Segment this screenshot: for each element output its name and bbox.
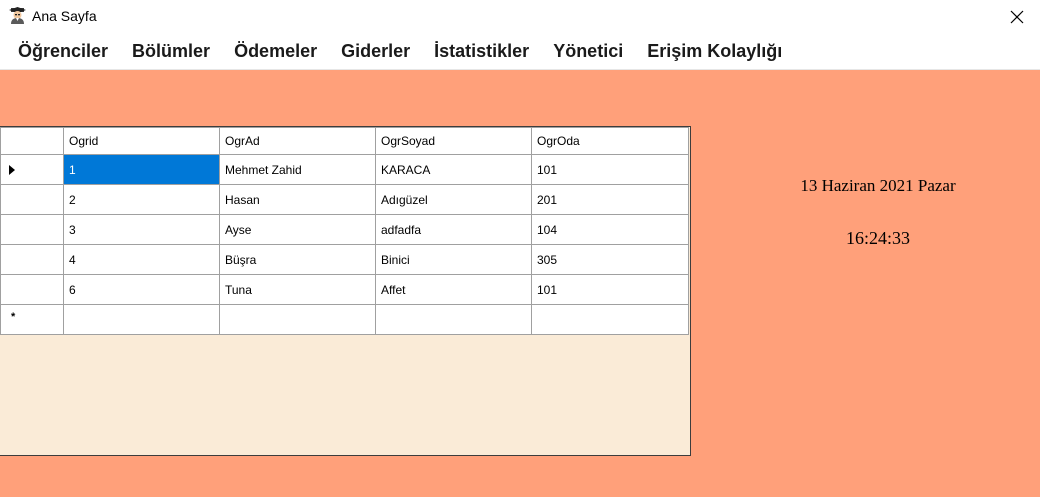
table-cell[interactable]: 201 <box>531 184 689 215</box>
main-window: Ana Sayfa Öğrenciler Bölümler Ödemeler G… <box>0 0 1040 497</box>
table-row[interactable]: 4 Büşra Binici 305 <box>0 244 689 275</box>
close-button[interactable] <box>994 0 1040 33</box>
table-cell[interactable]: Ayse <box>219 214 376 245</box>
menu-item-giderler[interactable]: Giderler <box>329 33 422 70</box>
table-cell[interactable]: adfadfa <box>375 214 532 245</box>
table-cell[interactable]: 101 <box>531 154 689 185</box>
row-header-new[interactable]: * <box>0 304 64 335</box>
column-header-ograd[interactable]: OgrAd <box>219 127 376 155</box>
column-header-ogrid[interactable]: Ogrid <box>63 127 220 155</box>
menu-item-bolumler[interactable]: Bölümler <box>120 33 222 70</box>
table-cell[interactable]: Adıgüzel <box>375 184 532 215</box>
table-row[interactable]: 3 Ayse adfadfa 104 <box>0 214 689 245</box>
menu-bar: Öğrenciler Bölümler Ödemeler Giderler İs… <box>0 33 1040 70</box>
table-cell[interactable]: 6 <box>63 274 220 305</box>
row-header[interactable] <box>0 184 64 215</box>
table-cell[interactable]: 4 <box>63 244 220 275</box>
row-header[interactable] <box>0 244 64 275</box>
date-label: 13 Haziran 2021 Pazar <box>800 176 956 195</box>
menu-item-ogrenciler[interactable]: Öğrenciler <box>6 33 120 70</box>
new-row-marker: * <box>11 311 16 323</box>
table-cell[interactable]: 305 <box>531 244 689 275</box>
close-icon <box>1010 10 1024 23</box>
menu-item-odemeler[interactable]: Ödemeler <box>222 33 329 70</box>
table-row[interactable]: 6 Tuna Affet 101 <box>0 274 689 305</box>
table-row[interactable]: 1 Mehmet Zahid KARACA 101 <box>0 154 689 185</box>
table-cell[interactable]: 2 <box>63 184 220 215</box>
table-cell[interactable]: KARACA <box>375 154 532 185</box>
table-cell[interactable]: Mehmet Zahid <box>219 154 376 185</box>
table-row[interactable]: 2 Hasan Adıgüzel 201 <box>0 184 689 215</box>
column-header-ogrsoyad[interactable]: OgrSoyad <box>375 127 532 155</box>
row-header[interactable] <box>0 214 64 245</box>
student-avatar-icon <box>9 7 26 24</box>
menu-item-yonetici[interactable]: Yönetici <box>541 33 635 70</box>
menu-item-istatistikler[interactable]: İstatistikler <box>422 33 541 70</box>
menu-divider <box>0 69 1040 70</box>
menu-item-erisim-kolayligi[interactable]: Erişim Kolaylığı <box>635 33 794 70</box>
current-row-arrow-icon <box>9 165 15 175</box>
table-cell-new[interactable] <box>63 304 220 335</box>
row-header[interactable] <box>0 274 64 305</box>
top-left-header-cell[interactable] <box>0 127 64 155</box>
table-cell[interactable]: 1 <box>63 154 220 185</box>
table-cell[interactable]: Affet <box>375 274 532 305</box>
table-cell[interactable]: 104 <box>531 214 689 245</box>
table-cell[interactable]: 101 <box>531 274 689 305</box>
table-cell[interactable]: 3 <box>63 214 220 245</box>
table-cell[interactable]: Tuna <box>219 274 376 305</box>
table-cell[interactable]: Hasan <box>219 184 376 215</box>
students-table: Ogrid OgrAd OgrSoyad OgrOda 1 Mehmet Zah… <box>0 127 689 335</box>
table-cell-new[interactable] <box>375 304 532 335</box>
time-label: 16:24:33 <box>845 228 910 248</box>
table-cell[interactable]: Büşra <box>219 244 376 275</box>
table-cell[interactable]: Binici <box>375 244 532 275</box>
title-bar[interactable]: Ana Sayfa <box>0 0 1040 33</box>
table-cell-new[interactable] <box>531 304 689 335</box>
column-header-ogroda[interactable]: OgrOda <box>531 127 689 155</box>
table-cell-new[interactable] <box>219 304 376 335</box>
students-data-grid[interactable]: Ogrid OgrAd OgrSoyad OgrOda 1 Mehmet Zah… <box>0 126 691 456</box>
header-row: Ogrid OgrAd OgrSoyad OgrOda <box>0 127 689 155</box>
new-row[interactable]: * <box>0 304 689 335</box>
row-header-current[interactable] <box>0 154 64 185</box>
window-title: Ana Sayfa <box>32 8 97 24</box>
